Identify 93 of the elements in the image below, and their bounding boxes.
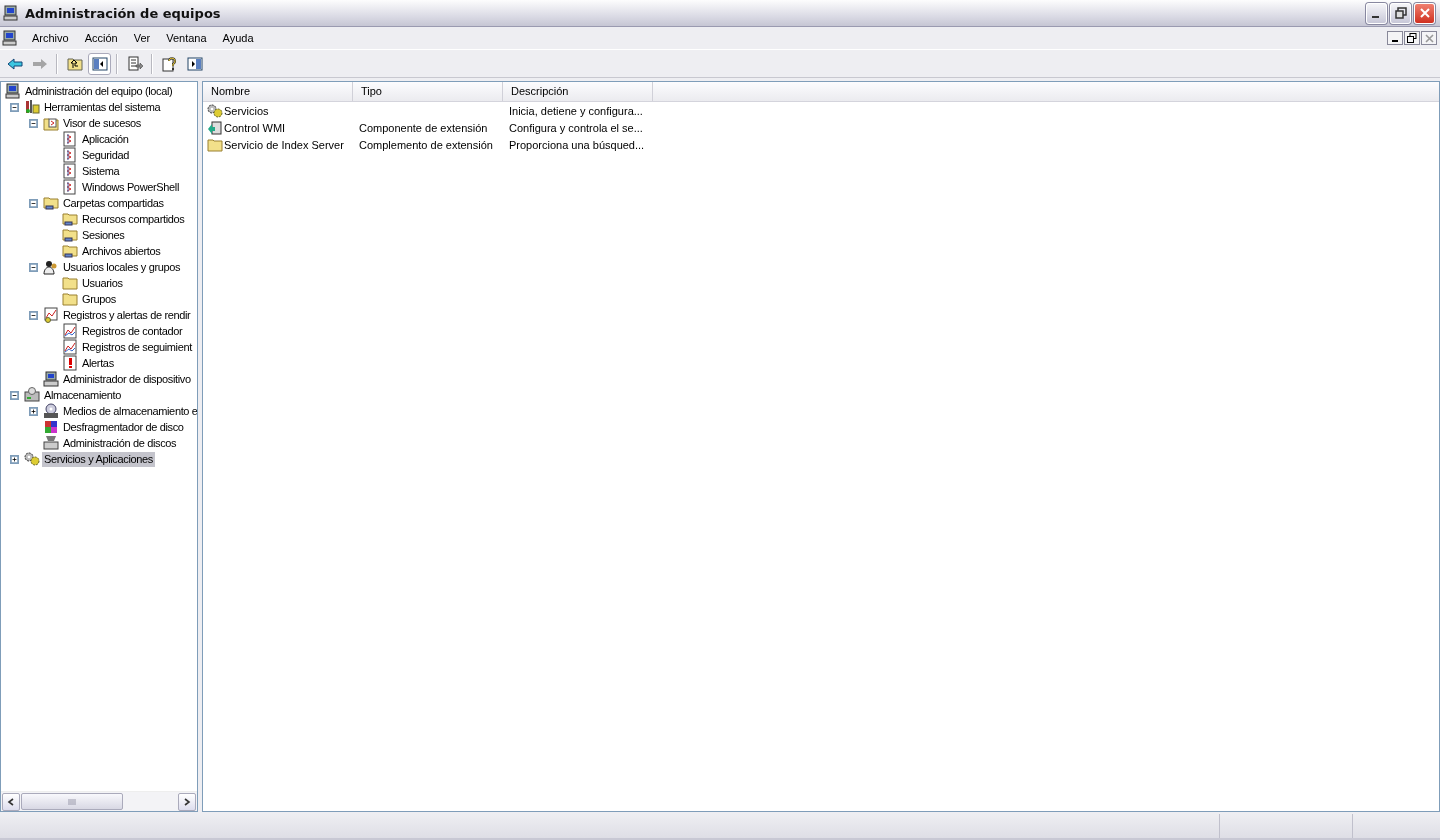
log-icon — [62, 163, 78, 179]
tree-item[interactable]: Almacenamiento — [42, 387, 124, 403]
tree-item[interactable]: Carpetas compartidas — [61, 195, 166, 211]
column-header[interactable]: Tipo — [353, 82, 503, 101]
scrollbar-thumb[interactable] — [21, 793, 123, 810]
tree-item[interactable]: Herramientas del sistema — [42, 99, 163, 115]
log-icon — [62, 131, 78, 147]
tree-item[interactable]: Usuarios locales y grupos — [61, 259, 183, 275]
collapse-toggle[interactable] — [29, 118, 38, 128]
description-cell: Inicia, detiene y configura... — [509, 104, 643, 117]
tree-pane-button[interactable] — [88, 52, 111, 75]
close-icon — [1418, 7, 1431, 19]
name-cell[interactable]: Servicios — [224, 104, 269, 117]
tree-item[interactable]: Grupos — [80, 291, 118, 307]
description-cell: Configura y controla el se... — [509, 121, 643, 134]
alert-icon — [62, 355, 78, 371]
collapse-toggle[interactable] — [29, 198, 38, 208]
export-list-icon — [126, 55, 143, 72]
action-pane-icon — [186, 55, 203, 72]
name-cell[interactable]: Servicio de Index Server — [224, 138, 344, 151]
disc-icon — [43, 403, 59, 419]
restore-icon — [1407, 33, 1417, 43]
restore-button[interactable] — [1404, 31, 1420, 45]
tree-item[interactable]: Medios de almacenamiento e — [61, 403, 197, 419]
tree-item[interactable]: Administración de discos — [61, 435, 179, 451]
grip-icon — [68, 798, 76, 805]
chart-icon — [62, 339, 78, 355]
tree-item[interactable]: Administración del equipo (local) — [23, 83, 175, 99]
shared-folder-icon — [43, 195, 59, 211]
help-icon — [161, 55, 178, 72]
tree-item[interactable]: Aplicación — [80, 131, 131, 147]
right-chevron-icon — [183, 798, 191, 806]
menu-item[interactable]: Acción — [76, 30, 126, 46]
shared-folder-icon — [62, 243, 78, 259]
minimize-button[interactable] — [1387, 31, 1403, 45]
collapse-toggle[interactable] — [10, 102, 19, 112]
type-cell: Complemento de extensión — [359, 138, 493, 151]
type-cell: Componente de extensión — [359, 121, 488, 134]
drive-icon — [43, 435, 59, 451]
shared-folder-icon — [62, 211, 78, 227]
collapse-toggle[interactable] — [29, 310, 38, 320]
chart-icon — [62, 323, 78, 339]
name-cell[interactable]: Control WMI — [224, 121, 286, 134]
left-chevron-icon — [7, 798, 15, 806]
menu-item[interactable]: Ventana — [158, 30, 215, 46]
restore-icon — [1394, 7, 1407, 19]
description-cell: Proporciona una búsqued... — [509, 138, 645, 151]
log-icon — [62, 147, 78, 163]
gears-icon — [207, 102, 223, 119]
folder-up-icon — [66, 55, 83, 72]
collapse-toggle[interactable] — [29, 262, 38, 272]
menu-item[interactable]: Archivo — [24, 30, 77, 46]
log-icon — [62, 179, 78, 195]
tree-item[interactable]: Registros de seguimient — [80, 339, 194, 355]
folder-icon — [62, 291, 78, 307]
tree-item[interactable]: Seguridad — [80, 147, 131, 163]
tree-item[interactable]: Sistema — [80, 163, 122, 179]
tree-item[interactable]: Archivos abiertos — [80, 243, 163, 259]
column-header[interactable]: Descripción — [503, 82, 653, 101]
tree-item[interactable]: Recursos compartidos — [80, 211, 187, 227]
tree-item[interactable]: Servicios y Aplicaciones — [42, 451, 155, 467]
expand-toggle[interactable] — [29, 406, 38, 416]
minimize-icon — [1392, 40, 1398, 42]
tree-item[interactable]: Administrador de dispositivo — [61, 371, 193, 387]
shared-folder-icon — [62, 227, 78, 243]
scroll-right-button[interactable] — [178, 793, 196, 811]
tree-item[interactable]: Alertas — [80, 355, 116, 371]
menu-item[interactable]: Ver — [125, 30, 159, 46]
tree-pane-icon — [91, 55, 108, 72]
tree-item[interactable]: Desfragmentador de disco — [61, 419, 186, 435]
folder-icon — [43, 115, 59, 131]
folder-icon — [207, 136, 223, 153]
tree-item[interactable]: Visor de sucesos — [61, 115, 143, 131]
users-icon — [43, 259, 59, 275]
horizontal-scrollbar[interactable] — [1, 791, 197, 811]
tree-item[interactable]: Sesiones — [80, 227, 127, 243]
tree-item[interactable]: Registros de contador — [80, 323, 185, 339]
minimize-icon — [1372, 16, 1379, 18]
tree-item[interactable]: Usuarios — [80, 275, 125, 291]
menu-item[interactable]: Ayuda — [214, 30, 262, 46]
column-header[interactable]: Nombre — [203, 82, 353, 101]
close-icon — [1424, 33, 1434, 43]
tree-item[interactable]: Windows PowerShell — [80, 179, 182, 195]
gears-icon — [24, 451, 40, 467]
chart-icon — [43, 307, 59, 323]
back-arrow-icon — [6, 55, 23, 72]
drive-icon — [24, 387, 40, 403]
collapse-toggle[interactable] — [10, 390, 19, 400]
tree-item[interactable]: Registros y alertas de rendir — [61, 307, 193, 323]
expand-toggle[interactable] — [10, 454, 19, 464]
window-title: Administración de equipos — [25, 5, 222, 21]
scroll-left-button[interactable] — [2, 793, 20, 811]
folder-icon — [62, 275, 78, 291]
